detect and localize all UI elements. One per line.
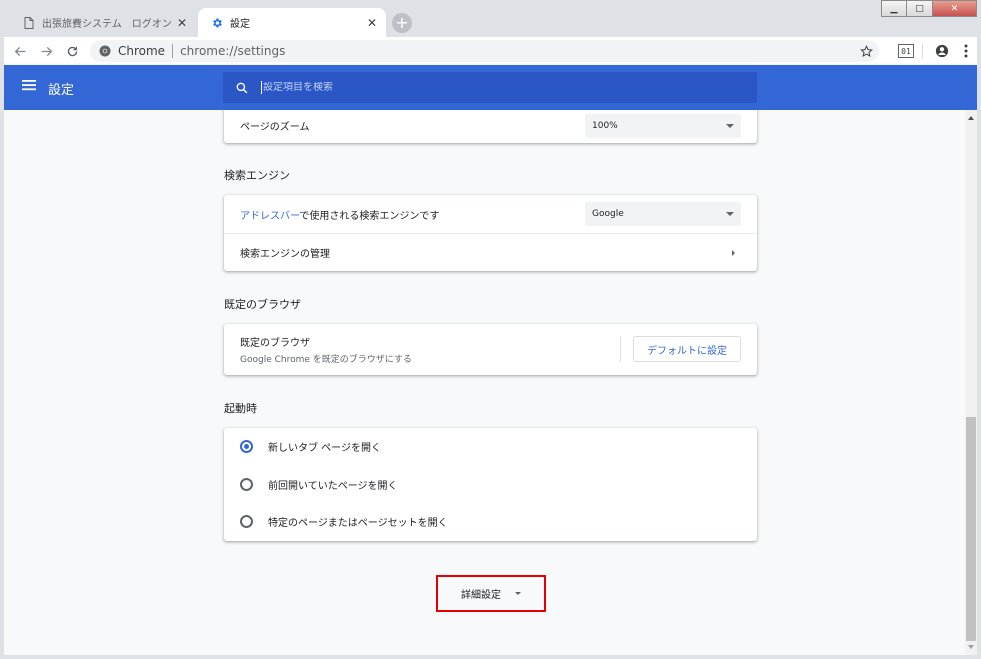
address-bar[interactable]: Chrome chrome://settings (90, 40, 879, 62)
toolbar-right: 01 (898, 37, 975, 65)
extension-icon[interactable]: 01 (898, 44, 914, 58)
search-input[interactable] (263, 82, 663, 93)
search-engine-row: アドレスバーで使用される検索エンジンです Google (224, 195, 757, 233)
search-icon (235, 81, 249, 95)
radio-button[interactable] (240, 440, 253, 454)
window-controls: ▁ □ ✕ (881, 0, 977, 18)
window-close-button[interactable]: ✕ (933, 0, 977, 17)
settings-content: ページのズーム 100% 検索エンジン アドレスバーで使用される検索エンジンです… (4, 110, 965, 655)
window-border (0, 655, 981, 659)
minimize-button[interactable]: ▁ (881, 0, 907, 17)
search-engine-card: アドレスバーで使用される検索エンジンです Google 検索エンジンの管理 (224, 195, 757, 271)
scrollbar-thumb[interactable] (966, 417, 976, 641)
startup-card: 新しいタブ ページを開く 前回開いていたページを開く 特定のページまたはページセ… (224, 428, 757, 541)
maximize-button[interactable]: □ (907, 0, 933, 17)
forward-arrow-icon (41, 46, 52, 56)
radio-label: 新しいタブ ページを開く (268, 443, 381, 455)
page-zoom-row: ページのズーム 100% (224, 110, 757, 143)
settings-header: 設定 (4, 65, 977, 110)
radio-label: 特定のページまたはページセットを開く (268, 518, 448, 530)
tab-title: 設定 (230, 19, 250, 30)
profile-icon[interactable] (931, 38, 953, 64)
dropdown-arrow-icon (726, 212, 734, 216)
dropdown-arrow-icon (726, 124, 734, 128)
hamburger-menu-icon[interactable] (22, 79, 40, 95)
close-icon[interactable]: ✕ (364, 15, 380, 31)
scrollbar[interactable] (965, 110, 977, 655)
manage-search-engines-label: 検索エンジンの管理 (240, 249, 330, 260)
startup-option-continue[interactable]: 前回開いていたページを開く (224, 466, 757, 504)
site-label: Chrome (118, 44, 166, 58)
back-button[interactable] (7, 38, 33, 64)
star-icon[interactable] (859, 44, 873, 58)
tab-travel-system[interactable]: 出張旅費システム ログオン ✕ (10, 8, 196, 37)
startup-option-specific-pages[interactable]: 特定のページまたはページセットを開く (224, 503, 757, 541)
default-browser-card: 既定のブラウザ Google Chrome を既定のブラウザにする デフォルトに… (224, 324, 757, 375)
window-border (0, 37, 4, 659)
radio-label: 前回開いていたページを開く (268, 480, 398, 492)
url-text: chrome://settings (180, 44, 286, 58)
close-icon[interactable]: ✕ (174, 15, 190, 31)
menu-dots-icon[interactable] (957, 38, 975, 64)
divider (620, 336, 621, 362)
tab-title: 出張旅費システム ログオン (42, 19, 172, 30)
section-title-default-browser: 既定のブラウザ (224, 298, 301, 311)
startup-option-new-tab[interactable]: 新しいタブ ページを開く (224, 428, 757, 466)
chevron-right-icon (732, 249, 735, 256)
gear-icon (210, 16, 224, 30)
scroll-down-icon[interactable] (968, 645, 974, 649)
search-engine-label-text: で使用される検索エンジンです (299, 210, 440, 222)
page-zoom-value: 100% (592, 121, 618, 131)
window-border (977, 37, 981, 659)
text-cursor (261, 81, 262, 94)
forward-button[interactable] (33, 38, 59, 64)
tab-settings[interactable]: 設定 ✕ (198, 8, 386, 37)
radio-button[interactable] (240, 515, 253, 529)
chrome-icon (98, 44, 112, 58)
address-bar-link[interactable]: アドレスバー (240, 211, 299, 222)
page-zoom-select[interactable]: 100% (585, 114, 741, 138)
default-browser-subtitle: Google Chrome を既定のブラウザにする (240, 355, 412, 365)
back-arrow-icon (14, 46, 25, 56)
chevron-down-icon (515, 592, 521, 595)
default-browser-title: 既定のブラウザ (240, 338, 310, 349)
search-engine-value: Google (592, 209, 624, 219)
reload-icon (67, 46, 77, 56)
new-tab-button[interactable]: + (392, 13, 412, 33)
set-default-button[interactable]: デフォルトに設定 (633, 336, 741, 362)
divider (922, 43, 923, 59)
scroll-up-icon[interactable] (968, 116, 974, 120)
document-icon (22, 16, 36, 30)
advanced-settings-button[interactable]: 詳細設定 (436, 575, 546, 612)
section-title-startup: 起動時 (224, 402, 257, 415)
search-engine-select[interactable]: Google (585, 202, 741, 226)
section-title-search-engine: 検索エンジン (224, 169, 290, 182)
tab-strip: 出張旅費システム ログオン ✕ 設定 ✕ + ▁ □ ✕ (0, 0, 981, 37)
divider (172, 44, 174, 58)
settings-search[interactable] (223, 72, 757, 103)
page-title: 設定 (48, 83, 75, 98)
browser-toolbar: Chrome chrome://settings 01 (0, 37, 981, 65)
reload-button[interactable] (59, 38, 85, 64)
manage-search-engines-row[interactable]: 検索エンジンの管理 (224, 233, 757, 271)
appearance-card: ページのズーム 100% (224, 110, 757, 143)
default-browser-text: 既定のブラウザ Google Chrome を既定のブラウザにする (240, 334, 412, 365)
advanced-settings-label: 詳細設定 (461, 590, 501, 601)
radio-button[interactable] (240, 477, 253, 491)
default-browser-row: 既定のブラウザ Google Chrome を既定のブラウザにする デフォルトに… (224, 324, 757, 375)
